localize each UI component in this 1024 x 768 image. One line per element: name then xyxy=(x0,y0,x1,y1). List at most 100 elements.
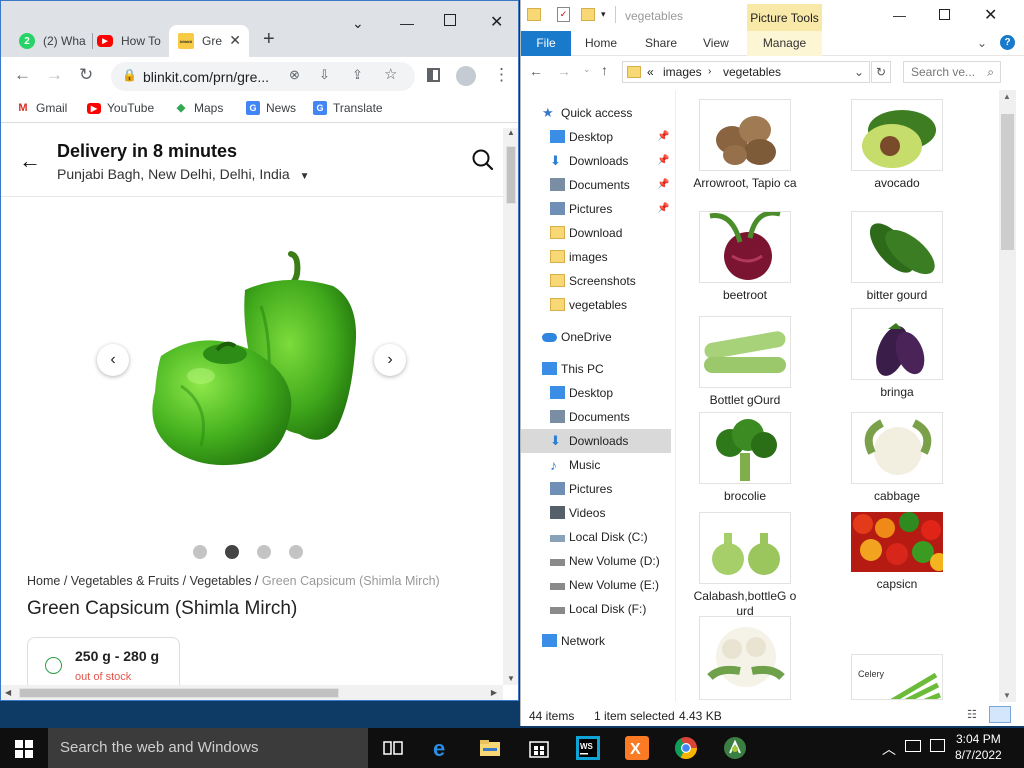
file-item[interactable]: avocado xyxy=(845,99,949,191)
scroll-right-icon[interactable]: ▶ xyxy=(491,688,497,697)
share-icon[interactable]: ⇪ xyxy=(352,67,363,83)
tab-blinkit[interactable]: blinkit Gre ✕ xyxy=(169,25,249,57)
minimize-icon[interactable]: — xyxy=(400,15,414,31)
horizontal-scrollbar[interactable]: ◀ ▶ xyxy=(1,685,503,700)
tab-youtube[interactable]: ▶ How To xyxy=(93,25,167,57)
carousel-dot[interactable] xyxy=(257,545,271,559)
address-bar[interactable]: 🔒 blinkit.com/prn/gre... ⊗ ⇩ ⇪ ☆ xyxy=(111,62,415,91)
ribbon-tab-view[interactable]: View xyxy=(703,36,729,50)
store-icon[interactable] xyxy=(527,736,551,760)
profile-avatar-icon[interactable] xyxy=(456,66,476,86)
nav-item[interactable]: ★ Quick access xyxy=(521,101,671,125)
network-tray-icon[interactable] xyxy=(905,740,921,752)
bookmark-gmail[interactable]: M Gmail xyxy=(16,101,67,115)
nav-item[interactable]: Desktop xyxy=(521,381,671,405)
carousel-next-button[interactable]: › xyxy=(374,344,406,376)
scroll-thumb[interactable] xyxy=(19,688,339,698)
nav-item[interactable]: Pictures xyxy=(521,477,671,501)
scroll-thumb[interactable] xyxy=(1001,114,1014,250)
scroll-thumb[interactable] xyxy=(506,146,516,204)
scroll-down-icon[interactable]: ▼ xyxy=(507,674,515,683)
back-icon[interactable]: ← xyxy=(14,65,31,85)
file-item[interactable]: Celery xyxy=(845,654,949,700)
nav-item[interactable]: Network xyxy=(521,629,671,653)
nav-item[interactable]: Documents 📌 xyxy=(521,173,671,197)
forward-icon[interactable]: → xyxy=(46,65,63,85)
scroll-down-icon[interactable]: ▼ xyxy=(1003,691,1011,700)
close-tab-icon[interactable]: ✕ xyxy=(229,32,241,49)
nav-item[interactable]: OneDrive xyxy=(521,325,671,349)
product-image[interactable] xyxy=(141,246,361,474)
blocked-icon[interactable]: ⊗ xyxy=(289,67,300,83)
file-item[interactable]: brocolie xyxy=(693,412,797,504)
nav-item[interactable]: New Volume (D:) xyxy=(521,549,671,573)
chrome-icon[interactable] xyxy=(674,736,698,760)
maximize-icon[interactable] xyxy=(939,9,950,20)
file-item[interactable]: beetroot xyxy=(693,211,797,303)
side-panel-icon[interactable] xyxy=(427,68,440,82)
carousel-dot[interactable] xyxy=(193,545,207,559)
file-explorer-icon[interactable] xyxy=(478,736,502,760)
bookmark-translate[interactable]: G Translate xyxy=(313,101,383,115)
file-item[interactable]: Bottlet gOurd xyxy=(693,316,797,408)
chevron-up-icon[interactable]: ︿ xyxy=(882,739,896,759)
pin-icon[interactable]: 📌 xyxy=(657,173,669,197)
breadcrumb-home[interactable]: Home xyxy=(27,574,60,588)
nav-item[interactable]: Pictures 📌 xyxy=(521,197,671,221)
nav-item[interactable]: vegetables xyxy=(521,293,671,317)
system-clock[interactable]: 3:04 PM 8/7/2022 xyxy=(955,731,1002,763)
file-item[interactable]: capsicn xyxy=(845,512,949,592)
back-arrow-icon[interactable]: ← xyxy=(19,148,41,174)
tab-search-icon[interactable]: ⌄ xyxy=(352,15,364,32)
nav-item[interactable]: Desktop 📌 xyxy=(521,125,671,149)
file-item[interactable] xyxy=(693,616,797,700)
close-window-icon[interactable]: ✕ xyxy=(490,12,503,32)
path-sep-icon[interactable]: › xyxy=(708,62,711,82)
path-segment[interactable]: images xyxy=(663,62,702,82)
ribbon-tab-manage[interactable]: Manage xyxy=(747,31,822,56)
chevron-down-icon[interactable]: ⌄ xyxy=(854,62,864,82)
ribbon-tab-home[interactable]: Home xyxy=(585,36,617,50)
nav-item[interactable]: Documents xyxy=(521,405,671,429)
tab-whatsapp[interactable]: 2 (2) Wha xyxy=(13,25,93,57)
nav-item[interactable]: Download xyxy=(521,221,671,245)
forward-icon[interactable]: → xyxy=(557,63,571,79)
menu-kebab-icon[interactable]: ⋮ xyxy=(493,65,510,85)
refresh-icon[interactable]: ↻ xyxy=(871,61,891,83)
recent-locations-icon[interactable]: ⌄ xyxy=(583,64,591,75)
task-view-icon[interactable] xyxy=(381,736,405,760)
address-bar[interactable]: « images › vegetables ⌄ xyxy=(622,61,870,83)
large-icons-view-icon[interactable] xyxy=(989,706,1011,723)
caret-down-icon[interactable]: ▼ xyxy=(300,171,310,182)
android-studio-icon[interactable] xyxy=(723,736,747,760)
back-icon[interactable]: ← xyxy=(529,63,543,79)
bookmark-youtube[interactable]: ▶ YouTube xyxy=(87,101,154,115)
chevron-down-icon[interactable]: ⌄ xyxy=(977,36,987,50)
nav-item[interactable]: ⬇ Downloads xyxy=(521,429,671,453)
details-view-icon[interactable]: ☷ xyxy=(967,708,983,722)
nav-item[interactable]: This PC xyxy=(521,357,671,381)
install-icon[interactable]: ⇩ xyxy=(319,67,330,83)
nav-item[interactable]: New Volume (E:) xyxy=(521,573,671,597)
customize-quick-access-icon[interactable]: ▾ xyxy=(601,9,606,20)
scroll-left-icon[interactable]: ◀ xyxy=(5,688,11,697)
properties-icon[interactable]: ✓ xyxy=(557,7,570,22)
carousel-dot[interactable] xyxy=(289,545,303,559)
scroll-up-icon[interactable]: ▲ xyxy=(507,128,515,137)
nav-item[interactable]: ♪ Music xyxy=(521,453,671,477)
nav-item[interactable]: Local Disk (C:) xyxy=(521,525,671,549)
bookmark-star-icon[interactable]: ☆ xyxy=(384,65,397,83)
nav-item[interactable]: images xyxy=(521,245,671,269)
pin-icon[interactable]: 📌 xyxy=(657,149,669,173)
vertical-scrollbar[interactable]: ▲ ▼ xyxy=(503,128,518,685)
notification-icon[interactable] xyxy=(930,739,945,752)
maximize-icon[interactable] xyxy=(444,14,456,26)
edge-icon[interactable]: e xyxy=(430,736,454,760)
file-item[interactable]: bringa xyxy=(845,308,949,400)
nav-item[interactable]: Screenshots xyxy=(521,269,671,293)
windows-start-icon[interactable] xyxy=(15,740,33,758)
file-item[interactable]: Calabash,bottleG ourd xyxy=(693,512,797,619)
bookmark-news[interactable]: G News xyxy=(246,101,296,115)
minimize-icon[interactable]: — xyxy=(893,8,906,23)
nav-item[interactable]: Local Disk (F:) xyxy=(521,597,671,621)
